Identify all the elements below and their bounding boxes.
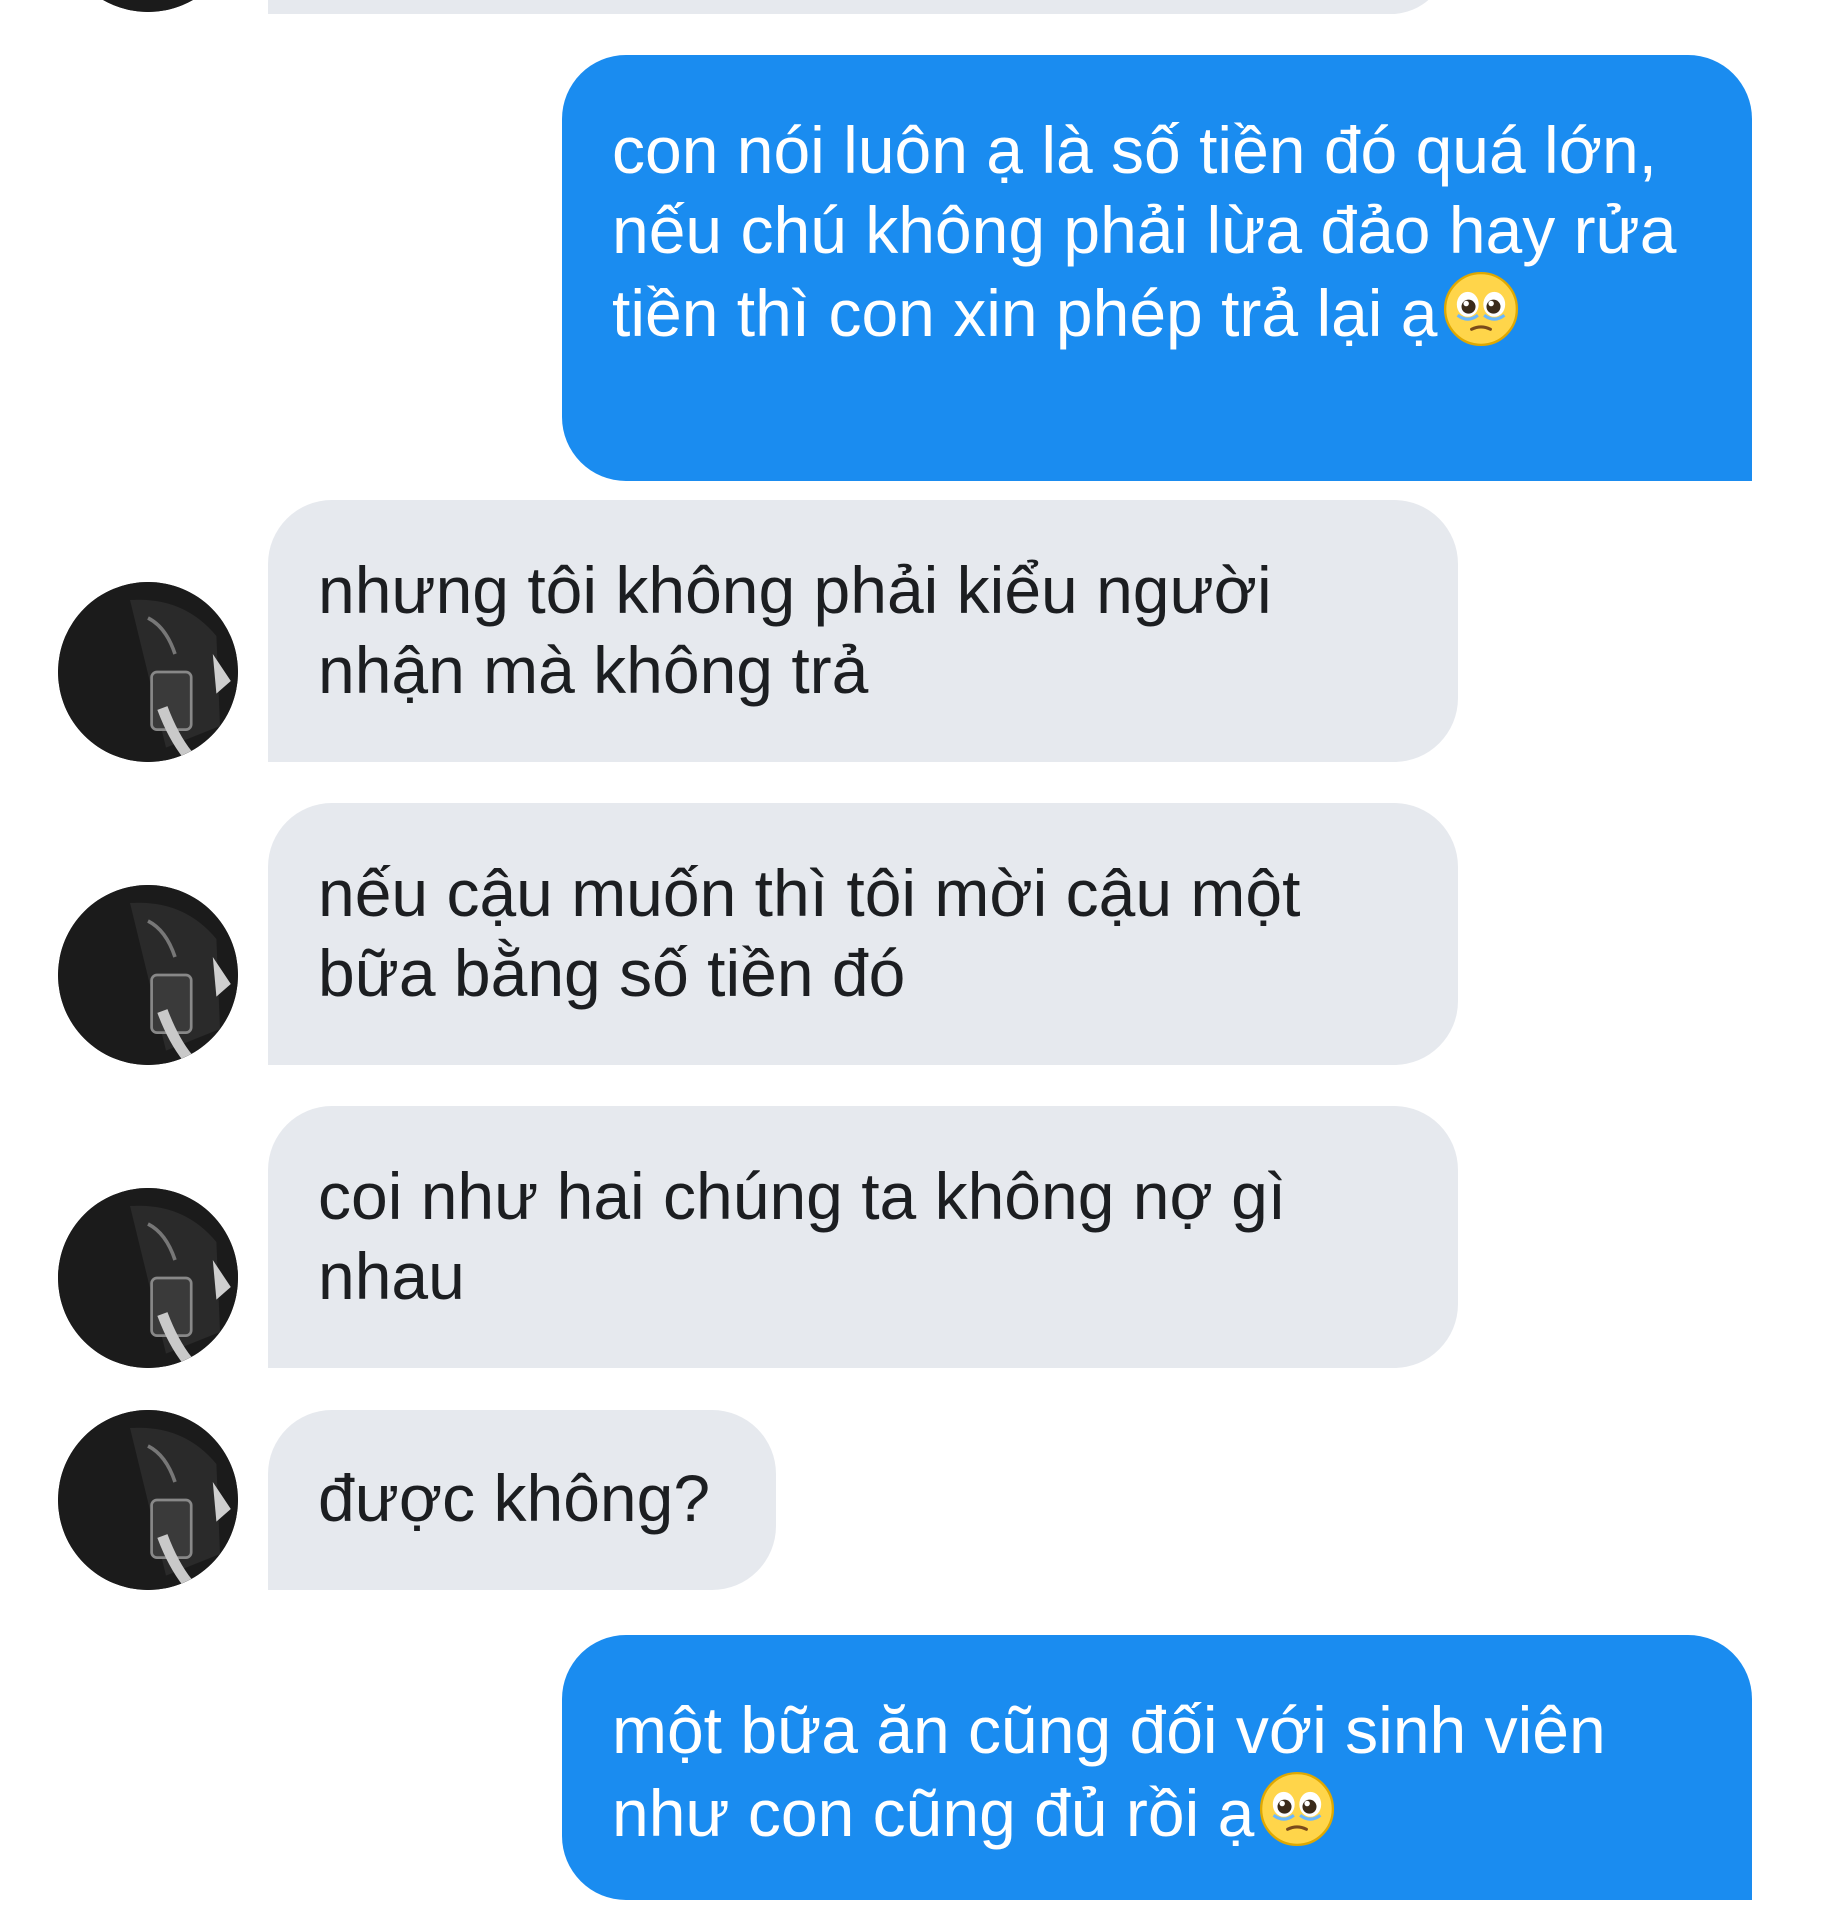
contact-avatar[interactable] bbox=[58, 1188, 238, 1368]
pleading-face-icon bbox=[1258, 1770, 1336, 1848]
message-text: nhưng tôi không phải kiểu người nhận mà … bbox=[318, 553, 1272, 707]
message-bubble-outgoing[interactable]: con nói luôn ạ là số tiền đó quá lớn, nế… bbox=[562, 55, 1752, 481]
contact-avatar[interactable] bbox=[58, 885, 238, 1065]
message-bubble-incoming[interactable]: nhưng tôi không phải kiểu người nhận mà … bbox=[268, 500, 1458, 762]
contact-avatar[interactable] bbox=[58, 582, 238, 762]
message-text: một bữa ăn cũng đối với sinh viên như co… bbox=[612, 1693, 1606, 1850]
message-bubble-incoming[interactable]: coi như hai chúng ta không nợ gì nhau bbox=[268, 1106, 1458, 1368]
message-text: nếu cậu muốn thì tôi mời cậu một bữa bằn… bbox=[318, 856, 1301, 1010]
contact-avatar[interactable] bbox=[58, 1410, 238, 1590]
message-bubble-incoming[interactable]: nếu cậu muốn thì tôi mời cậu một bữa bằn… bbox=[268, 803, 1458, 1065]
pleading-face-icon bbox=[1442, 270, 1520, 348]
message-text: coi như hai chúng ta không nợ gì nhau bbox=[318, 1159, 1287, 1313]
message-bubble-outgoing[interactable]: một bữa ăn cũng đối với sinh viên như co… bbox=[562, 1635, 1752, 1900]
message-bubble-incoming[interactable]: được không? bbox=[268, 1410, 776, 1590]
chat-thread: con nói luôn ạ là số tiền đó quá lớn, nế… bbox=[0, 0, 1821, 1920]
message-text: được không? bbox=[318, 1461, 711, 1535]
contact-avatar[interactable] bbox=[58, 0, 238, 12]
message-bubble-partial[interactable] bbox=[268, 0, 1448, 14]
